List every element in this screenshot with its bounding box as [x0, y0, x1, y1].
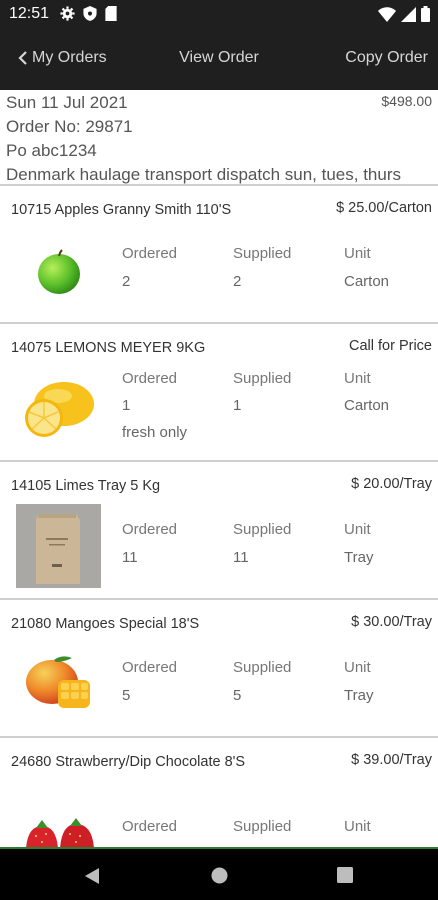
chevron-left-icon [18, 51, 27, 65]
item-price: Call for Price [349, 338, 432, 354]
settings-gear-icon [60, 6, 75, 21]
ordered-label: Ordered [122, 245, 178, 262]
ordered-value: 11 [122, 549, 138, 566]
unit-value: Tray [344, 687, 374, 704]
ordered-value: 5 [122, 687, 131, 704]
wifi-icon [378, 6, 396, 22]
page-title: View Order [179, 49, 259, 66]
item-name: 21080 Mangoes Special 18'S [11, 616, 200, 632]
item-price: $ 30.00/Tray [351, 614, 432, 630]
order-item[interactable]: 21080 Mangoes Special 18'S $ 30.00/Tray … [0, 602, 438, 738]
supplied-label: Supplied [233, 245, 292, 262]
supplied-value: 1 [233, 397, 242, 414]
supplied-label: Supplied [233, 521, 292, 538]
ordered-label: Ordered [122, 659, 178, 676]
status-icons-left [60, 6, 117, 21]
unit-value: Carton [344, 273, 390, 290]
unit-label: Unit [344, 245, 371, 262]
lemon-image [25, 382, 94, 437]
sd-card-icon [105, 6, 117, 21]
supplied-label: Supplied [233, 818, 292, 835]
order-total: $498.00 [381, 93, 432, 109]
unit-label: Unit [344, 521, 371, 538]
unit-label: Unit [344, 818, 371, 835]
status-bar: 12:51 [0, 0, 438, 30]
back-to-my-orders-button[interactable]: My Orders [18, 49, 107, 67]
order-item[interactable]: 14075 LEMONS MEYER 9KG Call for Price Or… [0, 326, 438, 462]
order-item[interactable]: 24680 Strawberry/Dip Chocolate 8'S $ 39.… [0, 740, 438, 847]
supplied-label: Supplied [233, 659, 292, 676]
ordered-label: Ordered [122, 818, 178, 835]
item-price: $ 25.00/Carton [336, 200, 432, 216]
unit-label: Unit [344, 370, 371, 387]
ordered-value: 1 [122, 397, 131, 414]
item-price: $ 39.00/Tray [351, 752, 432, 768]
supplied-value: 2 [233, 273, 242, 290]
home-circle-icon[interactable] [211, 867, 228, 884]
unit-label: Unit [344, 659, 371, 676]
strawberries-image [26, 818, 94, 847]
unit-value: Tray [344, 549, 374, 566]
kraft-bag-image [16, 504, 101, 588]
status-time: 12:51 [9, 5, 50, 22]
order-note: Denmark haulage transport dispatch sun, … [6, 165, 401, 184]
unit-value: Carton [344, 397, 390, 414]
copy-order-button[interactable]: Copy Order [345, 49, 428, 67]
app-nav-bar: My Orders View Order Copy Order [0, 30, 438, 90]
system-nav-bar [0, 847, 438, 900]
status-icons-right [378, 6, 430, 22]
battery-icon [421, 6, 430, 22]
ordered-value: 2 [122, 273, 131, 290]
ordered-label: Ordered [122, 370, 178, 387]
mango-image [26, 656, 90, 708]
order-summary: Sun 11 Jul 2021 $498.00 Order No: 29871 … [0, 90, 438, 186]
item-name: 14105 Limes Tray 5 Kg [11, 478, 161, 494]
shield-icon [83, 6, 97, 21]
order-item[interactable]: 10715 Apples Granny Smith 110'S $ 25.00/… [0, 188, 438, 324]
item-name: 24680 Strawberry/Dip Chocolate 8'S [11, 754, 246, 770]
recents-square-icon[interactable] [337, 867, 353, 883]
item-name: 10715 Apples Granny Smith 110'S [11, 202, 232, 218]
supplied-value: 5 [233, 687, 242, 704]
ordered-label: Ordered [122, 521, 178, 538]
item-price: $ 20.00/Tray [351, 476, 432, 492]
back-label: My Orders [32, 49, 107, 66]
green-apple-image [38, 249, 80, 294]
order-po: Po abc1234 [6, 141, 97, 160]
order-number: Order No: 29871 [6, 117, 133, 136]
back-triangle-icon[interactable] [84, 867, 100, 885]
order-date: Sun 11 Jul 2021 [6, 93, 128, 112]
supplied-label: Supplied [233, 370, 292, 387]
order-item[interactable]: 14105 Limes Tray 5 Kg $ 20.00/Tray Order… [0, 464, 438, 600]
item-name: 14075 LEMONS MEYER 9KG [11, 340, 206, 356]
supplied-value: 11 [233, 549, 249, 566]
cell-signal-icon [401, 6, 416, 22]
item-note: fresh only [122, 424, 188, 441]
